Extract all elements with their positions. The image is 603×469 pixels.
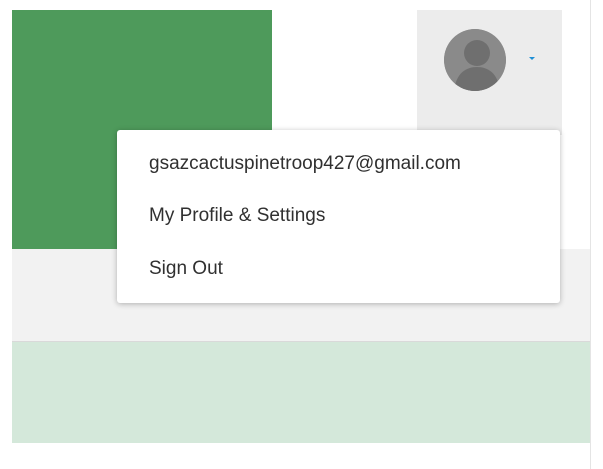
light-green-panel [12, 342, 590, 443]
user-dropdown-menu: gsazcactuspinetroop427@gmail.com My Prof… [117, 130, 560, 303]
sign-out-link[interactable]: Sign Out [149, 258, 223, 280]
user-avatar-icon [444, 29, 506, 91]
avatar[interactable] [444, 29, 506, 91]
right-divider [590, 0, 591, 469]
my-profile-settings-link[interactable]: My Profile & Settings [149, 205, 325, 227]
chevron-down-icon[interactable] [529, 57, 535, 60]
user-menu-header [417, 10, 562, 135]
user-email-label: gsazcactuspinetroop427@gmail.com [149, 153, 461, 174]
